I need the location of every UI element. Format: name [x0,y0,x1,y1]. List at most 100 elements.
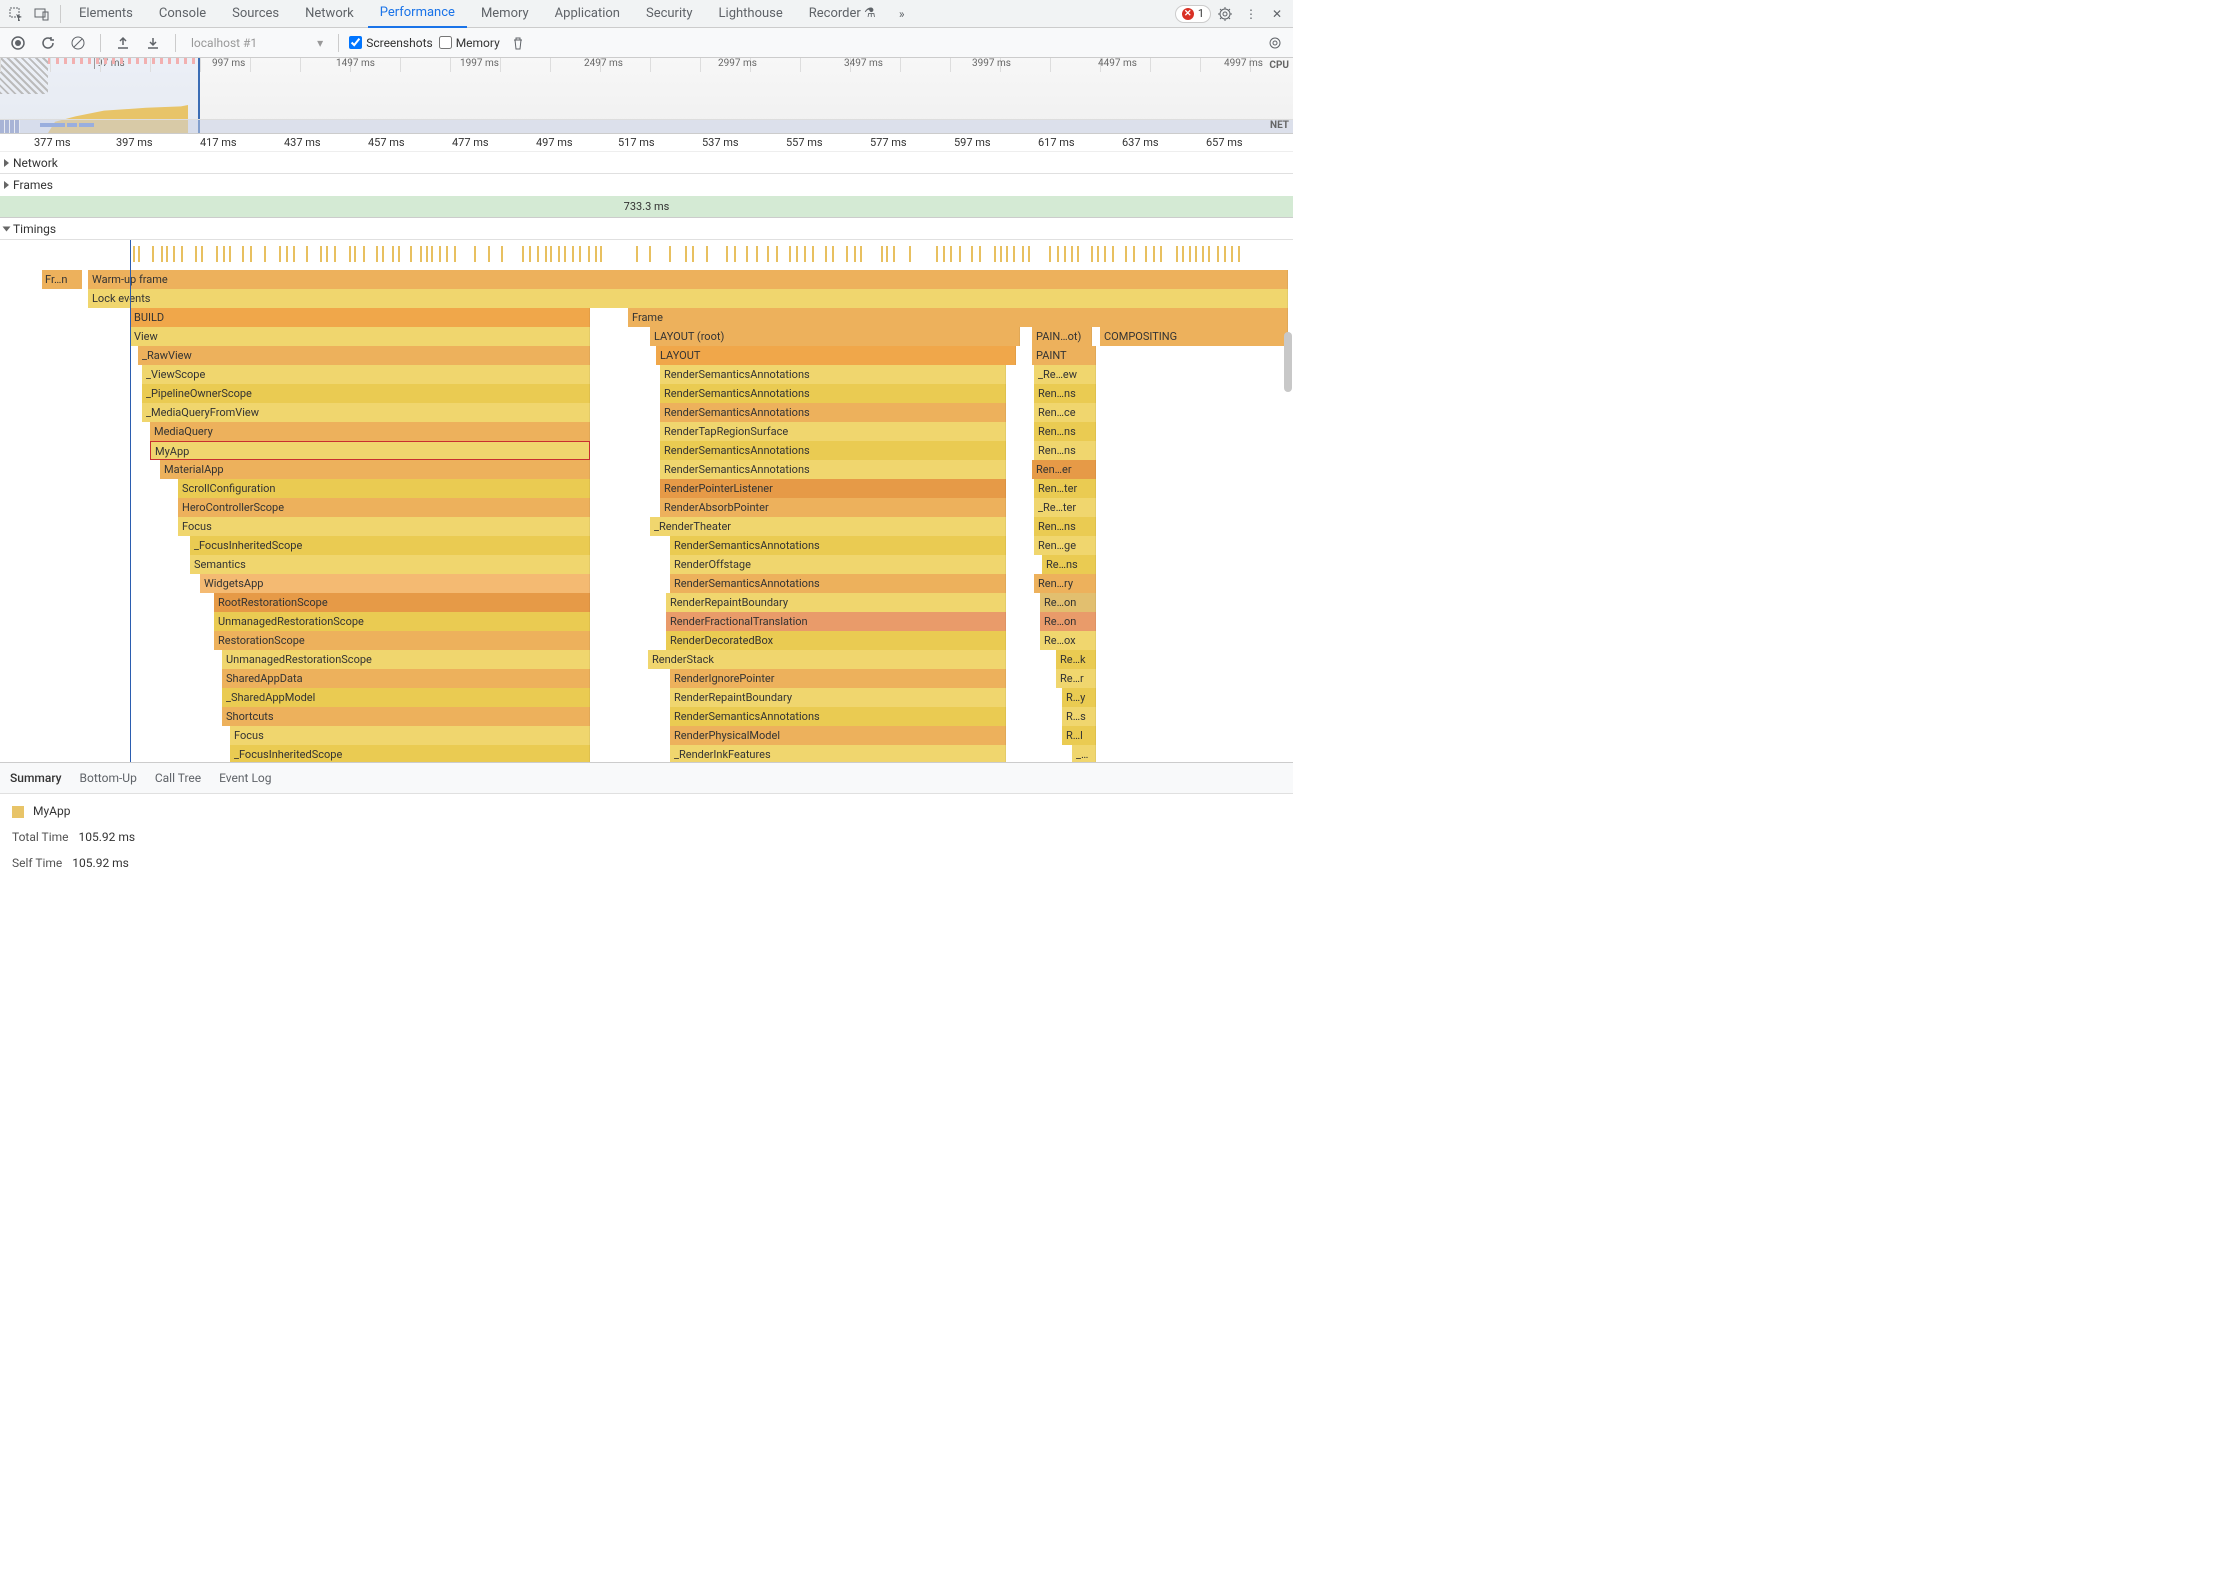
network-track-header[interactable]: Network [0,152,1293,174]
flame-bar[interactable]: _FocusInheritedScope [190,536,590,555]
tab-network[interactable]: Network [293,0,366,28]
flame-bar[interactable]: Re…on [1040,593,1096,612]
flame-bar[interactable]: RenderDecoratedBox [666,631,1006,650]
flame-bar[interactable]: PAIN…ot) [1032,327,1092,346]
details-tab-bottomup[interactable]: Bottom-Up [80,767,137,789]
flame-bar[interactable]: Re…ox [1040,631,1096,650]
flame-bar[interactable]: RenderSemanticsAnnotations [660,365,1006,384]
tab-console[interactable]: Console [147,0,218,28]
flame-bar[interactable]: LAYOUT [656,346,1016,365]
flame-bar[interactable]: LAYOUT (root) [650,327,1020,346]
timings-flamegraph[interactable]: Fr…n Warm-up frameLock eventsBUILDView_R… [0,240,1293,762]
flame-bar[interactable]: R…y [1062,688,1096,707]
flame-bar[interactable]: Warm-up frame [88,270,1288,289]
flame-bar[interactable]: RenderRepaintBoundary [666,593,1006,612]
flame-bar[interactable]: RenderSemanticsAnnotations [660,460,1006,479]
timings-track-header[interactable]: Timings [0,218,1293,240]
flame-bar[interactable]: SharedAppData [222,669,590,688]
tab-lighthouse[interactable]: Lighthouse [707,0,795,28]
frames-band[interactable]: 733.3 ms [0,196,1293,218]
download-icon[interactable] [141,31,165,55]
screenshots-checkbox[interactable]: Screenshots [349,36,432,50]
flame-bar[interactable]: Ren…er [1032,460,1096,479]
trash-icon[interactable] [506,31,530,55]
flame-bar[interactable]: _FocusInheritedScope [230,745,590,762]
flame-bar[interactable]: Re…ns [1042,555,1096,574]
overview-timeline[interactable]: 97 ms 997 ms 1497 ms 1997 ms 2497 ms 299… [0,58,1293,134]
flame-bar[interactable]: BUILD [130,308,590,327]
flame-bar[interactable]: Focus [178,517,590,536]
flame-bar[interactable]: MaterialApp [160,460,590,479]
flame-bar[interactable]: _PipelineOwnerScope [142,384,590,403]
tab-performance[interactable]: Performance [368,0,467,28]
scrollbar-thumb[interactable] [1284,332,1292,392]
flame-bar[interactable]: WidgetsApp [200,574,590,593]
flame-bar[interactable]: MediaQuery [150,422,590,441]
flame-bar[interactable]: RenderOffstage [670,555,1006,574]
flame-bar[interactable]: RenderTapRegionSurface [660,422,1006,441]
flame-bar[interactable]: RenderStack [648,650,1006,669]
details-tab-eventlog[interactable]: Event Log [219,767,271,789]
inspect-icon[interactable] [4,2,28,26]
panel-gear-icon[interactable] [1263,31,1287,55]
flame-bar[interactable]: RenderRepaintBoundary [670,688,1006,707]
error-badge[interactable]: ✕ 1 [1175,5,1211,23]
flame-bar[interactable]: R…s [1062,707,1096,726]
tracks-area[interactable]: Network Frames 733.3 ms Timings Fr…n War… [0,152,1293,762]
flame-bar[interactable]: _RenderTheater [650,517,1006,536]
flame-bar[interactable]: R…l [1062,726,1096,745]
flame-bar[interactable]: RenderIgnorePointer [670,669,1006,688]
flame-ruler[interactable]: 377 ms 397 ms 417 ms 437 ms 457 ms 477 m… [0,134,1293,152]
flame-bar[interactable]: View [130,327,590,346]
flame-bar[interactable]: RenderSemanticsAnnotations [660,441,1006,460]
flame-bar[interactable]: COMPOSITING [1100,327,1288,346]
flame-bar[interactable]: _Re…ew [1034,365,1096,384]
flame-bar[interactable]: RootRestorationScope [214,593,590,612]
tab-recorder[interactable]: Recorder ⚗ [797,0,888,28]
flame-bar[interactable]: Lock events [88,289,1288,308]
flame-bar[interactable]: Focus [230,726,590,745]
flame-bar[interactable]: MyApp [150,441,590,460]
flame-bar[interactable]: RenderPhysicalModel [670,726,1006,745]
flame-bar[interactable]: _SharedAppModel [222,688,590,707]
flame-bar[interactable]: _Re…ter [1034,498,1096,517]
upload-icon[interactable] [111,31,135,55]
flame-bar[interactable]: Ren…ge [1034,536,1096,555]
memory-checkbox[interactable]: Memory [439,36,500,50]
flame-bar[interactable]: Shortcuts [222,707,590,726]
flame-bar[interactable]: PAINT [1032,346,1096,365]
flame-bar[interactable]: Ren…ns [1034,422,1096,441]
flame-bar[interactable]: RenderSemanticsAnnotations [670,707,1006,726]
flame-bar[interactable]: _RenderInkFeatures [670,745,1006,762]
flame-bar[interactable]: UnmanagedRestorationScope [214,612,590,631]
flame-bar[interactable]: _… [1072,745,1096,762]
gear-icon[interactable] [1213,2,1237,26]
flame-bar[interactable]: RestorationScope [214,631,590,650]
frames-track-header[interactable]: Frames [0,174,1293,196]
flame-bar[interactable]: _RawView [138,346,590,365]
flame-bar[interactable]: RenderSemanticsAnnotations [660,384,1006,403]
target-selector[interactable]: localhost #1 ▾ [186,35,328,51]
details-tab-calltree[interactable]: Call Tree [155,767,201,789]
tab-sources[interactable]: Sources [220,0,291,28]
flame-bar[interactable]: Fr…n [42,270,82,289]
flame-bar[interactable]: Re…on [1040,612,1096,631]
flame-bar[interactable]: Re…k [1056,650,1096,669]
tab-security[interactable]: Security [634,0,705,28]
record-icon[interactable] [6,31,30,55]
flame-bar[interactable]: RenderFractionalTranslation [666,612,1006,631]
flame-bar[interactable]: Ren…ter [1034,479,1096,498]
tab-elements[interactable]: Elements [67,0,145,28]
close-icon[interactable]: ✕ [1265,2,1289,26]
clear-icon[interactable] [66,31,90,55]
flame-bar[interactable]: RenderAbsorbPointer [660,498,1006,517]
flame-bar[interactable]: _ViewScope [142,365,590,384]
flame-bar[interactable]: Ren…ns [1034,384,1096,403]
flame-bar[interactable]: RenderSemanticsAnnotations [670,574,1006,593]
flame-bar[interactable]: RenderSemanticsAnnotations [670,536,1006,555]
details-tab-summary[interactable]: Summary [10,767,62,789]
flame-bar[interactable]: RenderSemanticsAnnotations [660,403,1006,422]
kebab-icon[interactable]: ⋮ [1239,2,1263,26]
tab-memory[interactable]: Memory [469,0,541,28]
flame-bar[interactable]: _MediaQueryFromView [142,403,590,422]
